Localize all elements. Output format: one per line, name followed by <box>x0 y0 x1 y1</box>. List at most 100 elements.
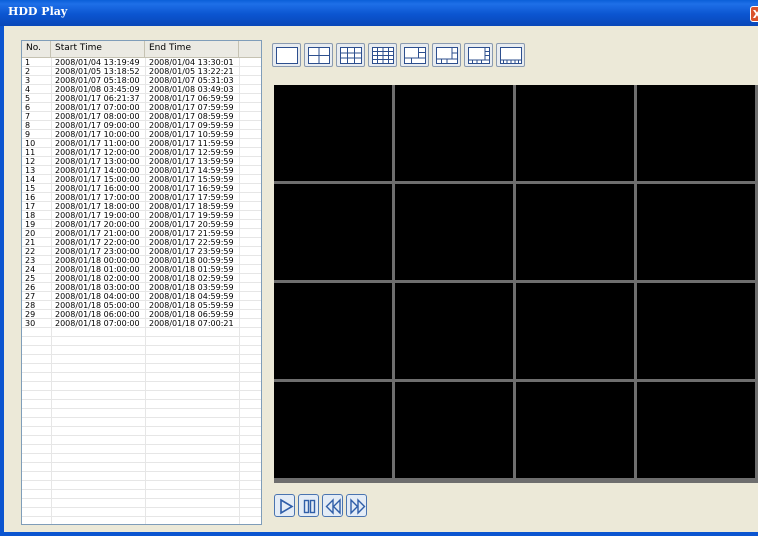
video-channel-cell[interactable] <box>395 283 513 379</box>
cell-start-time: 2008/01/07 05:18:00 <box>55 76 140 85</box>
cell-start-time: 2008/01/18 02:00:00 <box>55 274 140 283</box>
table-row[interactable]: 14 2008/01/17 15:00:00 2008/01/17 15:59:59 <box>22 175 261 184</box>
recording-list[interactable]: No. Start Time End Time 1 2008/01/04 13:1… <box>21 40 262 525</box>
table-row[interactable]: 5 2008/01/17 06:21:37 2008/01/17 06:59:59 <box>22 94 261 103</box>
cell-start-time: 2008/01/04 13:19:49 <box>55 58 140 67</box>
table-row[interactable]: 1 2008/01/04 13:19:49 2008/01/04 13:30:01 <box>22 58 261 67</box>
table-row[interactable]: 21 2008/01/17 22:00:00 2008/01/17 22:59:59 <box>22 238 261 247</box>
cell-no: 8 <box>25 121 31 130</box>
window-title: HDD Play <box>8 5 68 18</box>
layout-2x2-button[interactable] <box>304 43 333 67</box>
cell-start-time: 2008/01/17 10:00:00 <box>55 130 140 139</box>
table-row[interactable]: 20 2008/01/17 21:00:00 2008/01/17 21:59:59 <box>22 229 261 238</box>
rewind-button[interactable] <box>322 494 343 517</box>
cell-end-time: 2008/01/17 07:59:59 <box>149 103 234 112</box>
table-row[interactable]: 24 2008/01/18 01:00:00 2008/01/18 01:59:59 <box>22 265 261 274</box>
close-button[interactable]: X <box>750 6 758 22</box>
table-row[interactable]: 26 2008/01/18 03:00:00 2008/01/18 03:59:59 <box>22 283 261 292</box>
video-channel-cell[interactable] <box>395 184 513 280</box>
video-channel-cell[interactable] <box>516 85 634 181</box>
layout-1plus7-button[interactable] <box>432 43 461 67</box>
video-channel-cell[interactable] <box>395 85 513 181</box>
table-row[interactable]: 12 2008/01/17 13:00:00 2008/01/17 13:59:59 <box>22 157 261 166</box>
thirteen-view-icon <box>500 47 522 64</box>
video-channel-cell[interactable] <box>274 283 392 379</box>
video-channel-cell[interactable] <box>637 382 755 478</box>
table-row[interactable]: 18 2008/01/17 19:00:00 2008/01/17 19:59:59 <box>22 211 261 220</box>
table-row[interactable]: 3 2008/01/07 05:18:00 2008/01/07 05:31:03 <box>22 76 261 85</box>
cell-no: 14 <box>25 175 36 184</box>
table-row[interactable]: 29 2008/01/18 06:00:00 2008/01/18 06:59:59 <box>22 310 261 319</box>
layout-1plus9-button[interactable] <box>464 43 493 67</box>
cell-start-time: 2008/01/18 06:00:00 <box>55 310 140 319</box>
table-row[interactable]: 25 2008/01/18 02:00:00 2008/01/18 02:59:59 <box>22 274 261 283</box>
video-channel-cell[interactable] <box>637 184 755 280</box>
column-header-start-time[interactable]: Start Time <box>51 41 145 57</box>
cell-no: 10 <box>25 139 36 148</box>
video-channel-cell[interactable] <box>516 382 634 478</box>
table-row[interactable]: 27 2008/01/18 04:00:00 2008/01/18 04:59:59 <box>22 292 261 301</box>
column-header-end-time[interactable]: End Time <box>145 41 239 57</box>
table-row[interactable]: 7 2008/01/17 08:00:00 2008/01/17 08:59:59 <box>22 112 261 121</box>
cell-no: 21 <box>25 238 36 247</box>
video-channel-cell[interactable] <box>516 283 634 379</box>
video-channel-cell[interactable] <box>395 382 513 478</box>
table-row[interactable]: 15 2008/01/17 16:00:00 2008/01/17 16:59:59 <box>22 184 261 193</box>
table-row[interactable]: 16 2008/01/17 17:00:00 2008/01/17 17:59:59 <box>22 193 261 202</box>
table-row[interactable]: 11 2008/01/17 12:00:00 2008/01/17 12:59:59 <box>22 148 261 157</box>
layout-3x3-button[interactable] <box>336 43 365 67</box>
fast-forward-button[interactable] <box>346 494 367 517</box>
table-row[interactable]: 4 2008/01/08 03:45:09 2008/01/08 03:49:03 <box>22 85 261 94</box>
table-row[interactable]: 13 2008/01/17 14:00:00 2008/01/17 14:59:59 <box>22 166 261 175</box>
table-row[interactable]: 9 2008/01/17 10:00:00 2008/01/17 10:59:59 <box>22 130 261 139</box>
cell-no: 23 <box>25 256 36 265</box>
table-row[interactable]: 17 2008/01/17 18:00:00 2008/01/17 18:59:59 <box>22 202 261 211</box>
table-row[interactable]: 28 2008/01/18 05:00:00 2008/01/18 05:59:59 <box>22 301 261 310</box>
cell-no: 27 <box>25 292 36 301</box>
layout-1plus12-button[interactable] <box>496 43 525 67</box>
cell-end-time: 2008/01/08 03:49:03 <box>149 85 234 94</box>
table-row[interactable]: 23 2008/01/18 00:00:00 2008/01/18 00:59:59 <box>22 256 261 265</box>
list-header: No. Start Time End Time <box>22 41 261 58</box>
cell-start-time: 2008/01/18 04:00:00 <box>55 292 140 301</box>
table-row[interactable]: 22 2008/01/17 23:00:00 2008/01/17 23:59:59 <box>22 247 261 256</box>
layout-1x1-button[interactable] <box>272 43 301 67</box>
cell-end-time: 2008/01/18 02:59:59 <box>149 274 234 283</box>
layout-1plus5-button[interactable] <box>400 43 429 67</box>
column-header-no[interactable]: No. <box>22 41 51 57</box>
cell-end-time: 2008/01/17 09:59:59 <box>149 121 234 130</box>
cell-end-time: 2008/01/18 03:59:59 <box>149 283 234 292</box>
ten-view-icon <box>468 47 490 64</box>
pause-button[interactable] <box>298 494 319 517</box>
six-view-icon <box>404 47 426 64</box>
cell-no: 2 <box>25 67 31 76</box>
cell-no: 17 <box>25 202 36 211</box>
cell-end-time: 2008/01/17 18:59:59 <box>149 202 234 211</box>
table-row[interactable]: 8 2008/01/17 09:00:00 2008/01/17 09:59:59 <box>22 121 261 130</box>
cell-no: 30 <box>25 319 36 328</box>
cell-no: 1 <box>25 58 31 67</box>
video-channel-cell[interactable] <box>274 184 392 280</box>
table-row[interactable]: 19 2008/01/17 20:00:00 2008/01/17 20:59:59 <box>22 220 261 229</box>
cell-start-time: 2008/01/17 22:00:00 <box>55 238 140 247</box>
cell-end-time: 2008/01/18 01:59:59 <box>149 265 234 274</box>
cell-end-time: 2008/01/18 05:59:59 <box>149 301 234 310</box>
video-channel-cell[interactable] <box>274 382 392 478</box>
table-row[interactable]: 10 2008/01/17 11:00:00 2008/01/17 11:59:59 <box>22 139 261 148</box>
cell-end-time: 2008/01/17 12:59:59 <box>149 148 234 157</box>
column-header-empty <box>239 41 261 57</box>
cell-start-time: 2008/01/17 19:00:00 <box>55 211 140 220</box>
cell-no: 3 <box>25 76 31 85</box>
table-row[interactable]: 30 2008/01/18 07:00:00 2008/01/18 07:00:21 <box>22 319 261 328</box>
layout-4x4-button[interactable] <box>368 43 397 67</box>
video-channel-cell[interactable] <box>274 85 392 181</box>
video-channel-cell[interactable] <box>516 184 634 280</box>
cell-no: 13 <box>25 166 36 175</box>
cell-end-time: 2008/01/17 16:59:59 <box>149 184 234 193</box>
play-button[interactable] <box>274 494 295 517</box>
cell-end-time: 2008/01/17 20:59:59 <box>149 220 234 229</box>
table-row[interactable]: 2 2008/01/05 13:18:52 2008/01/05 13:22:21 <box>22 67 261 76</box>
video-channel-cell[interactable] <box>637 85 755 181</box>
table-row[interactable]: 6 2008/01/17 07:00:00 2008/01/17 07:59:59 <box>22 103 261 112</box>
video-channel-cell[interactable] <box>637 283 755 379</box>
